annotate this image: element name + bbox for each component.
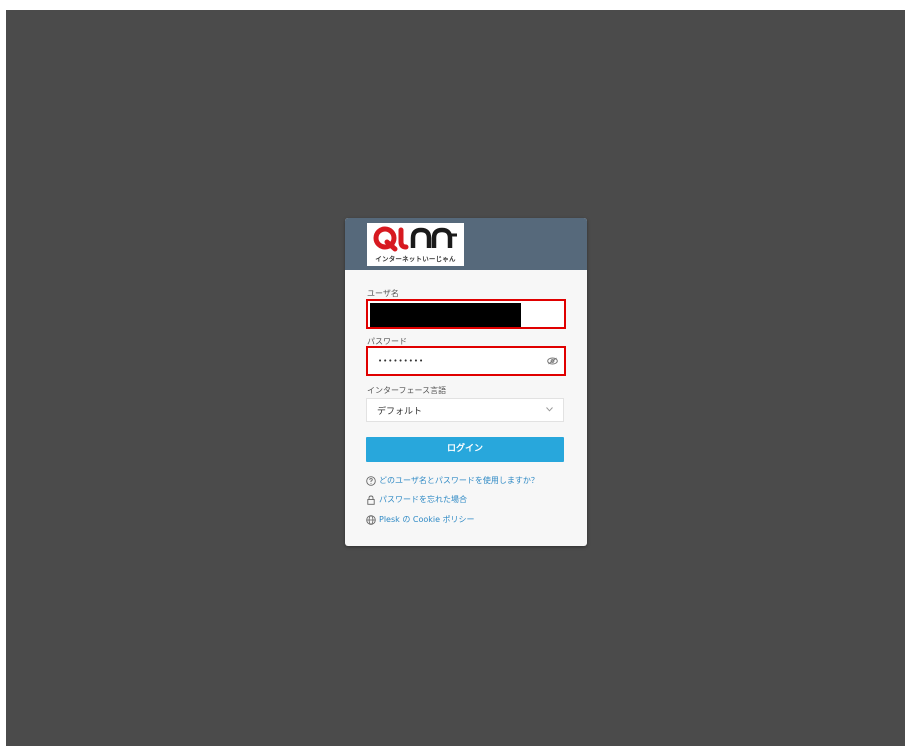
password-input[interactable]: ••••••••• xyxy=(366,346,566,376)
question-circle-icon xyxy=(366,475,376,486)
username-input[interactable] xyxy=(366,299,566,329)
language-label: インターフェース言語 xyxy=(367,386,447,395)
globe-icon xyxy=(366,514,376,525)
language-select[interactable]: デフォルト xyxy=(366,398,564,422)
chevron-down-icon xyxy=(546,407,553,412)
password-value: ••••••••• xyxy=(378,357,425,365)
qtnet-logo-icon xyxy=(373,226,457,252)
help-link-cookie-policy-label: Plesk の Cookie ポリシー xyxy=(379,515,475,524)
help-link-credentials-label: どのユーザ名とパスワードを使用しますか？ xyxy=(379,476,539,485)
logo-tagline: インターネットいーじゃん xyxy=(375,255,456,263)
redacted-username xyxy=(370,303,521,327)
card-header: インターネットいーじゃん xyxy=(345,218,587,270)
eye-icon[interactable] xyxy=(547,357,558,365)
help-link-cookie-policy[interactable]: Plesk の Cookie ポリシー xyxy=(366,514,475,525)
lock-icon xyxy=(367,495,375,505)
help-link-credentials[interactable]: どのユーザ名とパスワードを使用しますか？ xyxy=(366,475,539,486)
login-button[interactable]: ログイン xyxy=(366,437,564,462)
help-link-forgot-password-label: パスワードを忘れた場合 xyxy=(379,495,467,504)
brand-logo: インターネットいーじゃん xyxy=(367,223,464,266)
language-selected-value: デフォルト xyxy=(377,407,423,417)
username-label: ユーザ名 xyxy=(367,289,399,298)
help-link-forgot-password[interactable]: パスワードを忘れた場合 xyxy=(366,494,467,505)
